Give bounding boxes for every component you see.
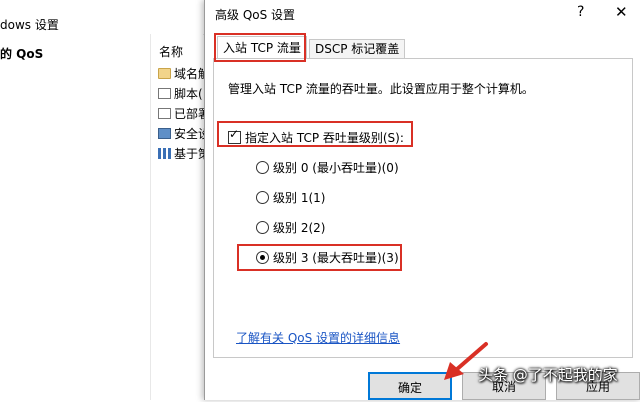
list-item-label: 域名解: [174, 67, 206, 81]
help-icon[interactable]: ?: [577, 4, 584, 20]
dialog-titlebar: 高级 QoS 设置 ? ✕: [205, 0, 640, 26]
security-icon: [158, 128, 171, 139]
dialog-title: 高级 QoS 设置: [215, 8, 296, 22]
list-item[interactable]: 基于策: [158, 145, 206, 163]
list-item[interactable]: 安全设: [158, 125, 206, 143]
annotation-highlight-tab: [214, 33, 306, 62]
list-item[interactable]: 已部署: [158, 105, 206, 123]
chart-icon: [158, 148, 171, 159]
radio-button[interactable]: [256, 221, 269, 234]
navigation-pane: 的 QoS: [0, 34, 151, 400]
folder-icon: [158, 68, 171, 79]
radio-level-1[interactable]: 级别 1(1): [256, 190, 325, 206]
tab-panel: 管理入站 TCP 流量的吞吐量。此设置应用于整个计算机。 ✓ 指定入站 TCP 吞…: [213, 58, 633, 358]
policy-editor-title: dows 设置: [0, 18, 59, 32]
script-icon: [158, 88, 171, 99]
radio-label: 级别 0 (最小吞吐量)(0): [273, 161, 399, 175]
radio-button[interactable]: [256, 191, 269, 204]
radio-button[interactable]: [256, 161, 269, 174]
qos-node-label[interactable]: 的 QoS: [0, 45, 43, 62]
list-item[interactable]: 域名解: [158, 65, 206, 83]
panel-description: 管理入站 TCP 流量的吞吐量。此设置应用于整个计算机。: [228, 82, 534, 96]
watermark-text: 头条 @了不起我的家: [478, 366, 618, 384]
annotation-highlight-checkbox: [217, 121, 413, 147]
printer-icon: [158, 108, 171, 119]
close-icon[interactable]: ✕: [615, 3, 628, 21]
list-item-label: 安全设: [174, 127, 206, 141]
advanced-qos-dialog: 高级 QoS 设置 ? ✕ 入站 TCP 流量 DSCP 标记覆盖 管理入站 T…: [204, 0, 640, 400]
list-item-label: 脚本(: [174, 87, 203, 101]
learn-more-link[interactable]: 了解有关 QoS 设置的详细信息: [236, 329, 400, 346]
radio-level-0[interactable]: 级别 0 (最小吞吐量)(0): [256, 160, 399, 176]
radio-label: 级别 2(2): [273, 221, 326, 235]
name-column-header[interactable]: 名称: [159, 43, 183, 60]
list-item-label: 基于策: [174, 147, 206, 161]
list-item[interactable]: 脚本(: [158, 85, 206, 103]
radio-label: 级别 1(1): [273, 191, 326, 205]
radio-level-2[interactable]: 级别 2(2): [256, 220, 325, 236]
tab-dscp-marking-override[interactable]: DSCP 标记覆盖: [309, 39, 406, 58]
list-item-label: 已部署: [174, 107, 206, 121]
annotation-highlight-level-3: [237, 244, 402, 271]
details-pane: 名称 域名解 脚本( 已部署 安全设 基于策: [151, 34, 206, 400]
